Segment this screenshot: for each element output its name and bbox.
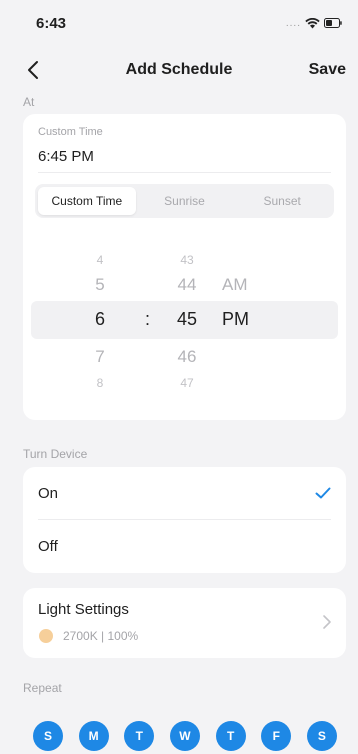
tab-custom-time[interactable]: Custom Time xyxy=(38,187,136,215)
day-toggle-saturday[interactable]: S xyxy=(306,721,337,751)
day-toggle-friday[interactable]: F xyxy=(261,721,292,751)
day-toggle-sunday[interactable]: S xyxy=(33,721,63,751)
status-icons: .... xyxy=(285,17,342,29)
light-settings-title: Light Settings xyxy=(38,601,129,618)
signal-icon: .... xyxy=(285,17,301,29)
minute-option: 47 xyxy=(180,376,194,390)
device-option-label: On xyxy=(38,484,59,502)
at-section-label: At xyxy=(23,95,35,109)
hour-option: 5 xyxy=(95,275,105,294)
ampm-option-selected: PM xyxy=(222,309,249,329)
nav-bar: Add Schedule Save xyxy=(0,52,358,88)
day-toggle-tuesday[interactable]: T xyxy=(124,721,155,751)
repeat-label: Repeat xyxy=(23,681,62,695)
tab-sunrise[interactable]: Sunrise xyxy=(136,187,234,215)
checkmark-icon xyxy=(315,487,331,499)
status-bar: 6:43 .... xyxy=(0,0,358,46)
chevron-right-icon xyxy=(322,614,332,635)
tab-sunset[interactable]: Sunset xyxy=(233,187,331,215)
turn-device-label: Turn Device xyxy=(23,447,88,461)
day-toggle-wednesday[interactable]: W xyxy=(169,721,200,751)
save-button[interactable]: Save xyxy=(309,61,346,79)
chevron-left-icon xyxy=(28,61,38,79)
turn-device-card: On Off xyxy=(23,467,346,573)
minute-option: 44 xyxy=(177,275,197,294)
hour-option: 8 xyxy=(96,376,104,390)
time-mode-segmented-control: Custom Time Sunrise Sunset xyxy=(35,184,334,218)
time-card: Custom Time 6:45 PM Custom Time Sunrise … xyxy=(23,114,346,420)
light-settings-row[interactable]: Light Settings 2700K | 100% xyxy=(23,588,346,658)
status-time: 6:43 xyxy=(36,14,67,32)
day-toggle-monday[interactable]: M xyxy=(78,721,109,751)
custom-time-label: Custom Time xyxy=(38,126,103,138)
time-separator: : xyxy=(145,309,151,329)
hour-option: 7 xyxy=(95,347,105,366)
wifi-icon xyxy=(305,17,320,29)
minute-option-selected: 45 xyxy=(176,309,198,329)
battery-icon xyxy=(324,18,342,28)
repeat-day-selector: S M T W T F S xyxy=(33,721,337,753)
device-option-on[interactable]: On xyxy=(38,467,331,520)
device-option-label: Off xyxy=(38,538,58,555)
ampm-option: AM xyxy=(222,275,248,294)
day-toggle-thursday[interactable]: T xyxy=(215,721,246,751)
color-swatch xyxy=(39,629,53,643)
custom-time-value: 6:45 PM xyxy=(38,148,94,165)
divider xyxy=(38,172,331,173)
time-picker: 4 5 6 7 8 : 43 44 45 46 47 AM PM xyxy=(23,226,346,406)
hour-option: 4 xyxy=(96,253,104,267)
light-settings-value: 2700K | 100% xyxy=(63,629,139,643)
page-title: Add Schedule xyxy=(125,61,233,78)
device-option-off[interactable]: Off xyxy=(38,520,331,573)
minute-option: 46 xyxy=(177,347,197,366)
back-button[interactable] xyxy=(22,58,46,82)
hour-option-selected: 6 xyxy=(94,309,105,329)
minute-option: 43 xyxy=(180,253,194,267)
